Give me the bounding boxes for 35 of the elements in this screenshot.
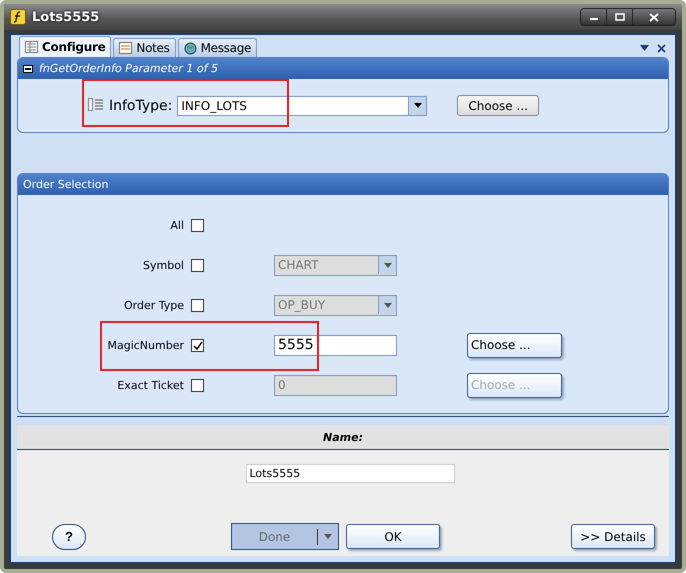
tab[interactable]: Notes <box>113 38 176 57</box>
maximize-button[interactable] <box>607 9 633 25</box>
option-label: Exact Ticket <box>116 378 184 392</box>
details-button[interactable]: >> Details <box>571 524 655 549</box>
panel-title: fnGetOrderInfo Parameter 1 of 5 <box>39 62 218 75</box>
infotype-dropdown[interactable]: INFO_LOTS <box>177 96 428 116</box>
close-icon <box>649 12 659 22</box>
tab[interactable]: Message <box>178 38 258 57</box>
function-icon <box>10 9 26 25</box>
option-label: Symbol <box>142 258 184 272</box>
globe-icon <box>184 42 197 54</box>
choose-button[interactable]: Choose ... <box>467 332 562 358</box>
close-button[interactable] <box>633 9 675 25</box>
checkbox[interactable] <box>191 218 204 232</box>
option-label: MagicNumber <box>106 338 184 352</box>
help-button[interactable]: ? <box>52 524 86 550</box>
checkbox[interactable] <box>191 338 204 352</box>
grid-icon <box>25 41 38 53</box>
infotype-label: InfoType: <box>109 98 172 114</box>
caret-icon <box>324 534 332 539</box>
note-icon <box>119 42 132 54</box>
text-field[interactable]: 5555 <box>274 334 397 356</box>
ok-button[interactable]: OK <box>346 524 440 549</box>
maximize-icon <box>614 13 624 21</box>
collapse-icon[interactable] <box>23 64 33 72</box>
minimize-button[interactable] <box>581 9 607 25</box>
name-heading: Name: <box>323 430 363 444</box>
window-title: Lots5555 <box>32 10 100 24</box>
tab[interactable]: Configure <box>19 36 112 57</box>
option-label: All <box>169 218 184 232</box>
panel-title: Order Selection <box>23 178 108 191</box>
list-icon <box>88 98 104 114</box>
option-label: Order Type <box>122 298 184 312</box>
choose-button[interactable]: Choose ... <box>457 95 539 116</box>
name-field[interactable]: Lots5555 <box>246 464 454 483</box>
